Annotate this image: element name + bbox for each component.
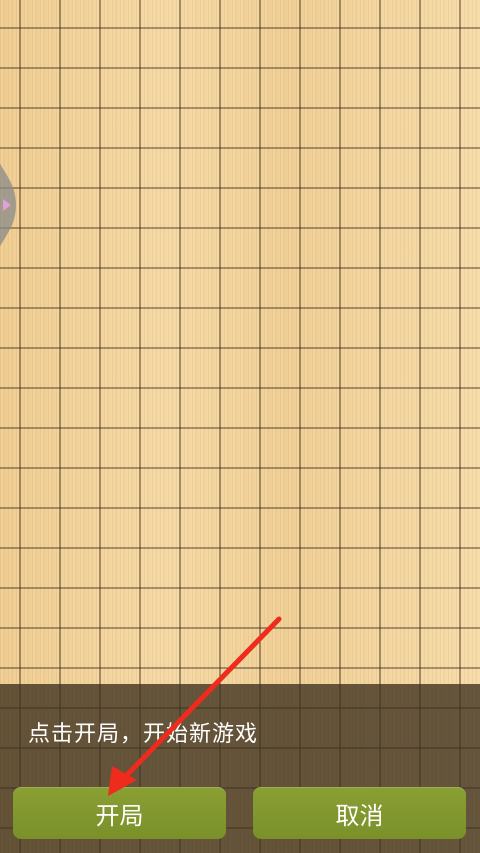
side-drawer-handle[interactable] [0,150,22,260]
cancel-label: 取消 [335,801,384,830]
cancel-button[interactable]: 取消 [253,787,466,839]
start-game-label: 开局 [95,801,144,830]
game-screen: 点击开局，开始新游戏 开局 取消 [0,0,480,853]
start-game-button[interactable]: 开局 [13,787,226,839]
new-game-tip: 点击开局，开始新游戏 [28,722,259,747]
